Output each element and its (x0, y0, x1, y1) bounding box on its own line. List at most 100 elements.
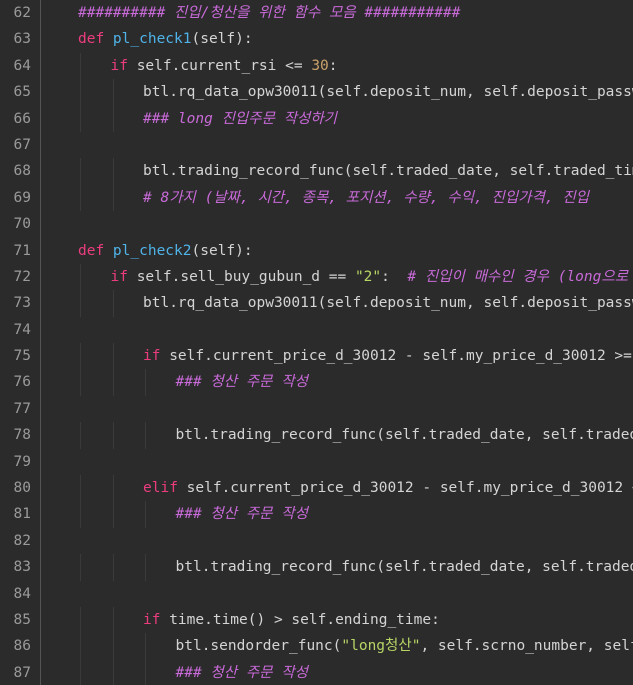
code-line[interactable]: ########## 진입/청산을 위한 함수 모음 ########### (41, 0, 633, 26)
line-number: 78 (13, 427, 31, 444)
code-line[interactable] (41, 211, 633, 237)
indent-guide (80, 79, 81, 106)
line-number: 67 (13, 136, 31, 153)
code-token-text: self.current_price_d_30012 - self.my_pri… (186, 480, 633, 497)
code-token-kw: elif (143, 480, 187, 497)
indent-guide (80, 422, 81, 449)
indent-guide (112, 475, 114, 502)
line-number: 79 (13, 453, 31, 470)
code-line[interactable] (41, 449, 633, 475)
indent-guide (80, 52, 81, 80)
code-line[interactable] (41, 528, 633, 554)
indent-guide (80, 105, 81, 132)
line-number: 73 (13, 295, 31, 312)
code-token-comment: # 진입이 매수인 경우 (long으로 ; (407, 268, 633, 285)
code-line[interactable]: if self.sell_buy_gubun_d == "2": # 진입이 매… (41, 263, 633, 291)
line-number: 71 (13, 242, 31, 259)
indent-guide (145, 501, 146, 528)
line-number: 72 (13, 268, 31, 285)
indent-guide (80, 263, 81, 291)
line-number: 64 (13, 57, 31, 74)
indent-guide (80, 501, 81, 528)
code-line[interactable] (41, 317, 633, 343)
code-line[interactable] (41, 581, 633, 607)
indent-guide (112, 184, 114, 212)
line-number: 75 (13, 348, 31, 365)
indent-guide (112, 79, 114, 106)
indent-guide (145, 369, 146, 396)
indent-guide (112, 158, 114, 185)
code-line[interactable]: def pl_check1(self): (41, 26, 633, 52)
code-token-text: : (381, 268, 408, 285)
indent-guide (112, 422, 114, 449)
line-number: 85 (13, 611, 31, 628)
indent-guide (112, 343, 114, 370)
line-number: 62 (13, 5, 31, 21)
line-number: 63 (13, 31, 31, 48)
line-number: 74 (13, 321, 31, 338)
code-line[interactable]: def pl_check2(self): (41, 238, 633, 264)
code-editor[interactable]: 62 63 64 65 66 67 68 69 70 71 72 73 74 75 76 77 78 79 80 81… (0, 0, 633, 685)
line-number-gutter: 62 63 64 65 66 67 68 69 70 71 72 73 74 75 76 77 78 79 80 81… (0, 0, 41, 685)
code-token-kw: if (143, 348, 170, 365)
code-token-comment: ### long 진입주문 작성하기 (143, 110, 338, 127)
code-token-text: time.time() > self.ending_time: (169, 611, 440, 628)
code-token-str: "2" (354, 268, 382, 285)
indent-guide (145, 554, 146, 581)
indent-guide (80, 158, 81, 185)
code-line[interactable]: # 8가지 (날짜, 시간, 종목, 포지션, 수량, 수익, 진입가격, 진입 (41, 184, 633, 212)
indent-guide (145, 422, 146, 449)
code-line[interactable]: ### 청산 주문 작성 (41, 501, 633, 528)
code-line[interactable]: elif self.current_price_d_30012 - self.m… (41, 475, 633, 502)
line-number: 86 (13, 638, 31, 655)
code-token-kw: if (110, 268, 137, 285)
indent-guide (112, 290, 114, 317)
code-line[interactable]: if self.current_price_d_30012 - self.my_… (41, 343, 633, 370)
code-line[interactable]: ### 청산 주문 작성 (41, 369, 633, 396)
line-number: 80 (13, 480, 31, 497)
code-line[interactable]: btl.rq_data_opw30011(self.deposit_num, s… (41, 290, 633, 317)
indent-guide (80, 554, 81, 581)
code-token-text: self.current_rsi <= (136, 57, 312, 74)
code-line[interactable]: if self.current_rsi <= 30: (41, 52, 633, 80)
code-line[interactable]: ### long 진입주문 작성하기 (41, 105, 633, 132)
code-line[interactable]: btl.sendorder_func("long청산", self.scrno_… (41, 633, 633, 660)
line-number: 69 (13, 189, 31, 206)
code-token-text: btl.trading_record_func(self.traded_date… (175, 427, 633, 444)
code-token-text: self.current_price_d_30012 - self.my_pri… (169, 348, 633, 365)
code-line[interactable]: btl.trading_record_func(self.traded_date… (41, 554, 633, 581)
indent-guide (112, 501, 114, 528)
line-number: 66 (13, 110, 31, 127)
line-number: 87 (13, 664, 31, 681)
code-line[interactable] (41, 396, 633, 422)
code-line[interactable] (41, 132, 633, 158)
indent-guide (112, 633, 114, 660)
code-line[interactable]: btl.trading_record_func(self.traded_date… (41, 422, 633, 449)
code-token-text: (self): (191, 31, 253, 48)
code-token-text: : (328, 57, 338, 74)
indent-guide (80, 475, 81, 502)
code-token-fn: pl_check2 (112, 242, 192, 259)
indent-guide (145, 633, 146, 660)
code-area[interactable]: ########## 진입/청산을 위한 함수 모음 ########### de… (41, 0, 633, 685)
code-token-fn: pl_check1 (112, 31, 192, 48)
code-line[interactable]: btl.rq_data_opw30011(self.deposit_num, s… (41, 79, 633, 106)
indent-guide (112, 606, 114, 634)
code-token-comment: ########## 진입/청산을 위한 함수 모음 ########### (78, 5, 461, 21)
code-line[interactable]: btl.trading_record_func(self.traded_date… (41, 158, 633, 185)
line-number: 81 (13, 506, 31, 523)
code-token-comment: ### 청산 주문 작성 (175, 664, 308, 681)
code-token-kw: def (78, 31, 113, 48)
indent-guide (145, 659, 146, 685)
indent-guide (112, 105, 114, 132)
code-line[interactable]: if time.time() > self.ending_time: (41, 606, 633, 634)
code-token-text: btl.trading_record_func(self.traded_date… (175, 559, 633, 576)
indent-guide (80, 343, 81, 370)
indent-guide (80, 659, 81, 685)
code-token-kw: if (110, 57, 137, 74)
indent-guide (80, 184, 81, 212)
line-number: 83 (13, 559, 31, 576)
line-number: 76 (13, 374, 31, 391)
code-token-text: btl.sendorder_func( (175, 638, 342, 655)
code-line[interactable]: ### 청산 주문 작성 (41, 659, 633, 685)
